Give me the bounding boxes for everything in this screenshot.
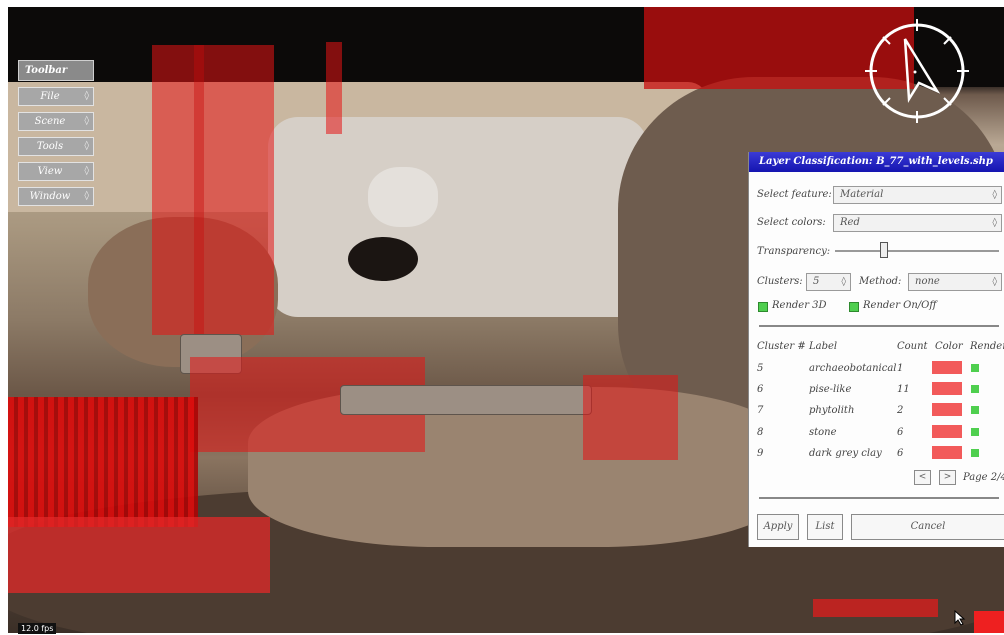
cell-render-checkbox[interactable] bbox=[971, 406, 979, 414]
cell-render-checkbox[interactable] bbox=[971, 364, 979, 372]
red-layer-thin bbox=[326, 42, 342, 134]
toolbar-file-button[interactable]: File ◊ bbox=[18, 87, 94, 106]
method-label: Method: bbox=[859, 276, 902, 287]
toolbar-view-button[interactable]: View ◊ bbox=[18, 162, 94, 181]
dialog-title[interactable]: Layer Classification: B_77_with_levels.s… bbox=[749, 152, 1004, 172]
fps-counter: 12.0 fps bbox=[18, 623, 57, 634]
cell-cluster: 9 bbox=[757, 448, 764, 459]
col-header-color: Color bbox=[935, 341, 963, 352]
toolbar-window-button[interactable]: Window ◊ bbox=[18, 187, 94, 206]
clusters-label: Clusters: bbox=[757, 276, 803, 287]
red-layer-column bbox=[152, 45, 274, 335]
divider bbox=[759, 497, 999, 499]
compass-icon[interactable] bbox=[863, 17, 971, 125]
cave-hole bbox=[348, 237, 418, 281]
method-dropdown[interactable]: none ◊ bbox=[908, 273, 1002, 291]
up-down-arrow-icon: ◊ bbox=[992, 277, 997, 287]
cell-color-swatch[interactable] bbox=[932, 361, 962, 374]
col-header-count: Count bbox=[897, 341, 928, 352]
cell-cluster: 8 bbox=[757, 427, 764, 438]
cell-count: 6 bbox=[897, 448, 904, 459]
up-down-arrow-icon: ◊ bbox=[992, 218, 997, 228]
red-layer-corner bbox=[974, 611, 1004, 633]
select-colors-label: Select colors: bbox=[757, 217, 826, 228]
cell-label: stone bbox=[809, 427, 837, 438]
rock-bulge bbox=[368, 167, 438, 227]
toolbar-tools-button[interactable]: Tools ◊ bbox=[18, 137, 94, 156]
col-header-cluster: Cluster # bbox=[757, 341, 806, 352]
up-down-arrow-icon: ◊ bbox=[84, 116, 89, 126]
cell-count: 2 bbox=[897, 405, 904, 416]
cursor-arrow-icon bbox=[954, 610, 966, 626]
layer-classification-dialog: Layer Classification: B_77_with_levels.s… bbox=[748, 152, 1004, 547]
cell-count: 6 bbox=[897, 427, 904, 438]
cell-color-swatch[interactable] bbox=[932, 382, 962, 395]
toolbar-scene-button[interactable]: Scene ◊ bbox=[18, 112, 94, 131]
painted-hands bbox=[478, 135, 593, 175]
cell-cluster: 6 bbox=[757, 384, 764, 395]
transparency-slider-thumb[interactable] bbox=[880, 242, 889, 258]
toolbar-title: Toolbar bbox=[18, 60, 94, 81]
cell-color-swatch[interactable] bbox=[932, 425, 962, 438]
up-down-arrow-icon: ◊ bbox=[84, 91, 89, 101]
red-layer-stack bbox=[8, 397, 198, 527]
red-layer-right-block bbox=[583, 375, 678, 460]
cell-label: archaeobotanical bbox=[809, 363, 897, 374]
cell-render-checkbox[interactable] bbox=[971, 428, 979, 436]
up-down-arrow-icon: ◊ bbox=[84, 141, 89, 151]
next-page-button[interactable]: > bbox=[939, 470, 956, 485]
cell-render-checkbox[interactable] bbox=[971, 449, 979, 457]
cell-label: phytolith bbox=[809, 405, 855, 416]
red-layer-base bbox=[8, 517, 270, 593]
up-down-arrow-icon: ◊ bbox=[84, 191, 89, 201]
select-feature-dropdown[interactable]: Material ◊ bbox=[833, 186, 1002, 204]
clusters-spinner[interactable]: 5 ◊ bbox=[806, 273, 851, 291]
red-layer-floor bbox=[813, 599, 938, 617]
col-header-render: Render bbox=[970, 341, 1004, 352]
cell-cluster: 7 bbox=[757, 405, 764, 416]
render-onoff-checkbox[interactable] bbox=[849, 302, 859, 312]
cell-label: pise-like bbox=[809, 384, 852, 395]
cell-count: 11 bbox=[897, 384, 910, 395]
up-down-arrow-icon: ◊ bbox=[841, 277, 846, 287]
select-feature-label: Select feature: bbox=[757, 189, 832, 200]
up-down-arrow-icon: ◊ bbox=[992, 190, 997, 200]
cancel-button[interactable]: Cancel bbox=[851, 514, 1004, 540]
col-header-label: Label bbox=[809, 341, 838, 352]
page-indicator: Page 2/4 bbox=[963, 472, 1004, 483]
toolbar-panel: Toolbar File ◊ Scene ◊ Tools ◊ View ◊ Window… bbox=[18, 60, 94, 206]
red-layer-column-edge bbox=[194, 45, 204, 335]
up-down-arrow-icon: ◊ bbox=[84, 166, 89, 176]
list-button[interactable]: List bbox=[807, 514, 843, 540]
cell-label: dark grey clay bbox=[809, 448, 882, 459]
stone-slab bbox=[340, 385, 592, 415]
select-colors-dropdown[interactable]: Red ◊ bbox=[833, 214, 1002, 232]
render-3d-label: Render 3D bbox=[772, 300, 827, 311]
transparency-slider-track[interactable] bbox=[835, 250, 999, 252]
cell-color-swatch[interactable] bbox=[932, 446, 962, 459]
cell-color-swatch[interactable] bbox=[932, 403, 962, 416]
prev-page-button[interactable]: < bbox=[914, 470, 931, 485]
divider bbox=[759, 325, 999, 327]
transparency-label: Transparency: bbox=[757, 246, 831, 257]
apply-button[interactable]: Apply bbox=[757, 514, 799, 540]
cell-count: 1 bbox=[897, 363, 904, 374]
render-3d-checkbox[interactable] bbox=[758, 302, 768, 312]
render-onoff-label: Render On/Off bbox=[863, 300, 937, 311]
cell-cluster: 5 bbox=[757, 363, 764, 374]
cell-render-checkbox[interactable] bbox=[971, 385, 979, 393]
